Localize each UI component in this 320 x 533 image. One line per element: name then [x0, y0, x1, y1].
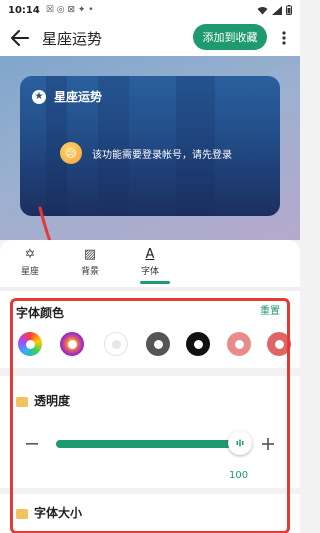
back-button[interactable] [2, 20, 38, 56]
horoscope-widget-preview[interactable]: ★ 星座运势 😥 该功能需要登录帐号，请先登录 [20, 76, 280, 216]
opacity-title-row: 透明度 [16, 392, 70, 409]
divider [0, 287, 300, 291]
font-size-title-row: 字体大小 [16, 504, 82, 521]
tab-constellation[interactable]: ✡ 星座 [0, 240, 60, 284]
section-gap [0, 368, 300, 376]
page-title: 星座运势 [42, 29, 103, 48]
status-bar: 10:14 ☒ ◎ ⊠ ✦ • [0, 0, 300, 20]
opacity-slider-fill [56, 440, 240, 448]
worried-face-icon: 😥 [60, 142, 82, 164]
reset-button[interactable]: 重置 [260, 302, 280, 317]
swatch-center-dot [153, 339, 163, 349]
decrease-opacity-button[interactable] [22, 434, 42, 454]
opacity-title: 透明度 [34, 394, 71, 408]
widget-header: ★ 星座运势 [32, 88, 102, 105]
widget-title: 星座运势 [54, 90, 103, 104]
active-tab-indicator [140, 281, 170, 284]
battery-icon [286, 5, 292, 15]
color-swatch-rainbow[interactable] [18, 332, 42, 356]
font-a-icon: A [145, 246, 155, 262]
minus-icon [26, 443, 38, 445]
color-swatch-list [18, 332, 298, 358]
swatch-center-dot [67, 339, 77, 349]
status-time: 10:14 [8, 4, 40, 16]
folder-icon [16, 508, 28, 519]
tab-label: 字体 [140, 266, 159, 277]
more-vertical-icon [282, 31, 286, 45]
tab-background[interactable]: ▨ 背景 [60, 240, 120, 284]
opacity-slider-thumb[interactable] [228, 431, 252, 455]
login-required-message: 😥 该功能需要登录帐号，请先登录 [60, 142, 232, 164]
status-system-icons [257, 5, 292, 15]
font-size-section: 字体大小 [8, 494, 292, 533]
tab-label: 星座 [20, 266, 39, 277]
background-pattern-icon: ▨ [83, 246, 97, 262]
tab-label: 背景 [80, 266, 99, 277]
opacity-slider[interactable] [56, 431, 252, 455]
tab-font[interactable]: A 字体 [120, 240, 180, 284]
swatch-center-dot [234, 339, 244, 349]
increase-opacity-button[interactable] [258, 434, 278, 454]
color-swatch-white[interactable] [104, 332, 128, 356]
login-required-text: 该功能需要登录帐号，请先登录 [92, 149, 232, 161]
arrow-left-icon [11, 30, 29, 46]
color-swatch-gray[interactable] [146, 332, 170, 356]
opacity-section: 透明度 100 [8, 378, 292, 486]
swatch-center-dot [193, 339, 203, 349]
wifi-icon [257, 6, 268, 14]
signal-icon [272, 5, 282, 15]
swatch-center-dot [111, 339, 121, 349]
folder-icon [16, 396, 28, 407]
grip-lines-icon [236, 439, 244, 447]
plus-icon [262, 438, 274, 450]
color-swatch-black[interactable] [186, 332, 210, 356]
status-notification-icons: ☒ ◎ ⊠ ✦ • [45, 5, 94, 15]
color-swatch-gradient[interactable] [60, 332, 84, 356]
star-badge-icon: ★ [32, 89, 46, 104]
widget-preview-area: ★ 星座运势 😥 该功能需要登录帐号，请先登录 [0, 56, 300, 280]
add-to-favorites-button[interactable]: 添加到收藏 [193, 24, 267, 50]
color-swatch-pink[interactable] [227, 332, 251, 356]
font-color-section: 字体颜色 重置 [8, 296, 292, 366]
more-options-button[interactable] [274, 28, 294, 48]
tab-bar: ✡ 星座 ▨ 背景 A 字体 [0, 240, 300, 284]
star-of-david-icon: ✡ [24, 246, 36, 262]
swatch-center-dot [25, 339, 35, 349]
font-size-title: 字体大小 [34, 506, 83, 520]
swatch-center-dot [274, 339, 284, 349]
opacity-value: 100 [229, 470, 249, 481]
top-app-bar: 星座运势 添加到收藏 [0, 20, 300, 56]
font-color-title: 字体颜色 [16, 306, 65, 320]
color-swatch-red[interactable] [267, 332, 291, 356]
customization-sheet: ✡ 星座 ▨ 背景 A 字体 字体颜色 重置 透明度 100 字体大小 [0, 240, 300, 533]
